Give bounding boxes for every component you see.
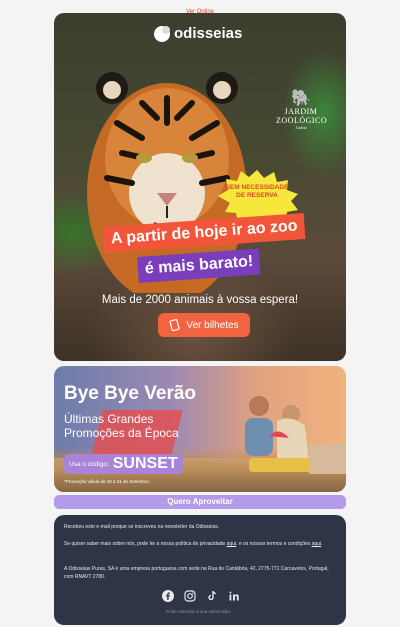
footer: Recebeu este e-mail porque se inscreveu … <box>54 515 346 625</box>
promo-title: Bye Bye Verão <box>64 383 197 404</box>
quero-aproveitar-button[interactable]: Quero Aproveitar <box>54 495 346 509</box>
zoo-logo-line2: ZOOLÓGICO <box>276 116 328 125</box>
couple-image <box>245 396 346 474</box>
promo-code: SUNSET <box>112 455 178 472</box>
terms-link[interactable]: aqui <box>312 541 321 547</box>
promo-subtitle-line1: Últimas Grandes <box>64 412 154 426</box>
footer-line2: Se quiser saber mais sobre nós, pode ler… <box>64 541 323 547</box>
ticket-icon <box>169 319 180 331</box>
view-tickets-button[interactable]: Ver bilhetes <box>158 313 250 337</box>
promo-subtitle: Últimas Grandes Promoções da Época <box>64 412 179 440</box>
privacy-link[interactable]: aqui <box>227 541 236 547</box>
badge-text: SEM NECESSIDADE DE RESERVA <box>225 184 289 199</box>
zoo-logo-sub: Lisboa <box>295 125 307 130</box>
social-links <box>162 590 240 602</box>
promo-subtitle-line2: Promoções da Época <box>64 426 179 440</box>
promo-banner[interactable]: Bye Bye Verão Últimas Grandes Promoções … <box>54 366 346 492</box>
hero-subtitle: Mais de 2000 animais à vossa espera! <box>101 294 299 306</box>
promo-code-box: Usa o código: SUNSET <box>64 454 183 474</box>
promo-code-label: Usa o código: <box>69 460 109 468</box>
footer-line2-b: , e os nossos termos e condições <box>236 541 312 547</box>
facebook-icon[interactable] <box>162 590 174 602</box>
linkedin-icon[interactable] <box>228 590 240 602</box>
brand-mark-icon <box>154 25 170 42</box>
view-tickets-label: Ver bilhetes <box>186 319 239 331</box>
promo-note: *Promoção válida de 18 a 21 de Setembro. <box>64 479 151 484</box>
unsubscribe-link[interactable]: Pode cancelar a sua subscrição... <box>54 609 346 614</box>
instagram-icon[interactable] <box>184 590 196 602</box>
footer-line3: A Odisseias Puras, SA é uma empresa port… <box>64 566 329 580</box>
footer-line1: Recebeu este e-mail porque se inscreveu … <box>64 524 220 530</box>
footer-line2-a: Se quiser saber mais sobre nós, pode ler… <box>64 541 227 547</box>
top-bar: Ver Online <box>0 0 400 15</box>
brand-name: odisseias <box>174 25 243 42</box>
tiktok-icon[interactable] <box>206 590 218 602</box>
hero-banner[interactable]: odisseias 🐘 JARDIM ZOOLÓGICO Lisboa SEM … <box>54 13 346 361</box>
zoo-logo: 🐘 JARDIM ZOOLÓGICO Lisboa <box>276 90 328 131</box>
brand-logo[interactable]: odisseias <box>154 25 242 42</box>
zoo-logo-line1: JARDIM <box>284 107 318 116</box>
elephant-icon: 🐘 <box>291 90 311 107</box>
